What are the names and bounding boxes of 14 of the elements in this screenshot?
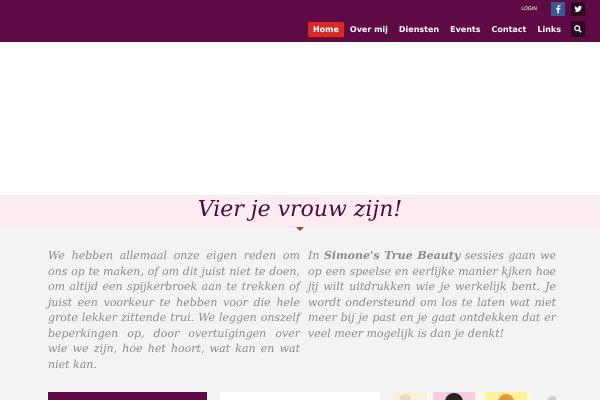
nav-tab[interactable]: Events [445, 22, 486, 36]
nav-tab[interactable]: Diensten [394, 22, 444, 36]
page-title: Vier je vrouw zijn! [198, 196, 402, 224]
twitter-icon[interactable] [571, 2, 585, 16]
intro-paragraph: In Simone's True Beauty sessies gaan we op een speelse en eerlijke manier kjken hoe jij wilt uitdrukken wie je werkelijk bent. Je wordt ondersteund om los te laten wat niet meer bij je past en je gaat ontdekken dat er veel meer mogelijk is dan je denkt! [308, 248, 556, 342]
facebook-icon[interactable] [551, 2, 565, 16]
nav-tab[interactable]: Over mij [344, 22, 393, 36]
search-icon [574, 25, 582, 33]
intro-paragraph: We hebben allemaal onze eigen reden om ons op te maken, of om dit juist niet te doen, om altijd een spijkerbroek aan te trekken of juist een voorkeur te hebben voor die hele grote lekker zittende trui. We leggen onszelf beperkingen op, door overtuigingen over wie we zijn, hoe het hoort, wat kan en wat niet kan. [48, 248, 300, 372]
nav-tab[interactable]: Links [532, 22, 566, 36]
pointer-icon [296, 227, 304, 231]
search-button[interactable] [571, 21, 585, 37]
nav-tab[interactable]: Contact [486, 22, 532, 36]
nav-tab[interactable]: Home [308, 22, 344, 36]
